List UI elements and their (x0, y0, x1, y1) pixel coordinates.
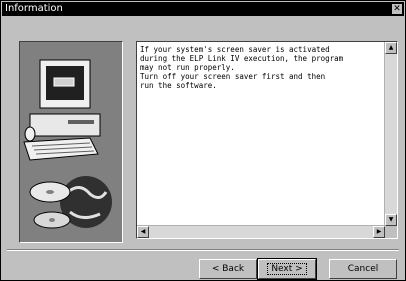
computer-with-cd-and-globe-icon (19, 41, 123, 243)
close-button[interactable]: ✕ (392, 4, 402, 14)
scroll-right-button[interactable]: ▶ (373, 226, 385, 238)
cancel-button[interactable]: Cancel (329, 259, 397, 279)
title-bar: Information ✕ (2, 2, 404, 16)
vertical-scrollbar[interactable]: ▲ ▼ (384, 42, 397, 226)
next-button[interactable]: Next > (257, 258, 317, 280)
scroll-up-button[interactable]: ▲ (385, 42, 397, 54)
scroll-left-button[interactable]: ◀ (137, 226, 149, 238)
information-dialog: Information ✕ If your system's screen sa… (0, 0, 406, 281)
separator (7, 249, 399, 251)
dialog-title: Information (5, 3, 63, 14)
back-button[interactable]: < Back (199, 259, 257, 279)
message-text: If your system's screen saver is activat… (140, 45, 344, 90)
scrollbar-corner (385, 226, 397, 238)
scroll-down-button[interactable]: ▼ (385, 214, 397, 226)
horizontal-scrollbar[interactable]: ◀ ▶ (137, 225, 385, 238)
next-button-label: Next > (267, 263, 307, 275)
message-text-area[interactable]: If your system's screen saver is activat… (136, 41, 398, 239)
